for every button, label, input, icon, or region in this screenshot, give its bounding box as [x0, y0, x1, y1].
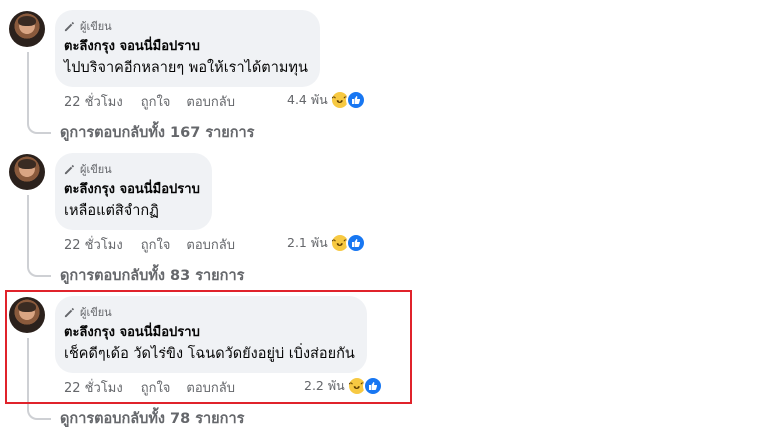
thread-line — [27, 195, 29, 265]
reaction-count: 2.1 พัน — [287, 235, 328, 250]
author-badge-label: ผู้เขียน — [80, 20, 112, 33]
author-badge-label: ผู้เขียน — [80, 163, 112, 176]
comment-text: ไปบริจาคอีกหลายๆ พอให้เราได้ตามทุน — [64, 60, 308, 76]
like-button[interactable]: ถูกใจ — [141, 234, 171, 255]
avatar[interactable] — [9, 11, 45, 47]
avatar[interactable] — [9, 154, 45, 190]
comment-time[interactable]: 22 ชั่วโมง — [64, 234, 123, 255]
reactions-summary[interactable]: 2.1 พัน ᵔᴗᵔ — [287, 233, 366, 253]
author-name[interactable]: ตะลึงกรุง จอนนี่มือปราบ — [64, 39, 308, 55]
comment-actions: 22 ชั่วโมง ถูกใจ ตอบกลับ — [64, 91, 235, 111]
comment: ผู้เขียน ตะลึงกรุง จอนนี่มือปราบ ไปบริจา… — [0, 0, 420, 142]
like-icon — [345, 233, 366, 253]
thread-line — [27, 52, 29, 122]
comment-bubble: ผู้เขียน ตะลึงกรุง จอนนี่มือปราบ เหลือแต… — [55, 153, 212, 230]
reaction-count: 4.4 พัน — [287, 92, 328, 107]
author-badge: ผู้เขียน — [64, 18, 308, 34]
thread-connector — [27, 120, 51, 134]
pencil-icon — [64, 164, 75, 174]
comment-text: เหลือแต่สิจำกฏิ — [64, 203, 159, 219]
highlight-box — [5, 290, 412, 404]
like-button[interactable]: ถูกใจ — [141, 91, 171, 112]
view-replies-link[interactable]: ดูการตอบกลับทั้ง 78 รายการ — [60, 407, 244, 430]
author-name[interactable]: ตะลึงกรุง จอนนี่มือปราบ — [64, 182, 200, 198]
author-badge: ผู้เขียน — [64, 161, 200, 177]
thread-connector — [27, 406, 51, 420]
pencil-icon — [64, 21, 75, 31]
comment-time[interactable]: 22 ชั่วโมง — [64, 91, 123, 112]
comment-bubble: ผู้เขียน ตะลึงกรุง จอนนี่มือปราบ ไปบริจา… — [55, 10, 320, 87]
like-icon — [345, 90, 366, 110]
reactions-summary[interactable]: 4.4 พัน ᵔᴗᵔ — [287, 90, 366, 110]
reply-button[interactable]: ตอบกลับ — [186, 234, 235, 255]
reply-button[interactable]: ตอบกลับ — [186, 91, 235, 112]
comment-actions: 22 ชั่วโมง ถูกใจ ตอบกลับ — [64, 234, 235, 254]
view-replies-link[interactable]: ดูการตอบกลับทั้ง 83 รายการ — [60, 264, 244, 287]
comment: ผู้เขียน ตะลึงกรุง จอนนี่มือปราบ เหลือแต… — [0, 143, 420, 285]
view-replies-link[interactable]: ดูการตอบกลับทั้ง 167 รายการ — [60, 121, 254, 144]
thread-connector — [27, 263, 51, 277]
